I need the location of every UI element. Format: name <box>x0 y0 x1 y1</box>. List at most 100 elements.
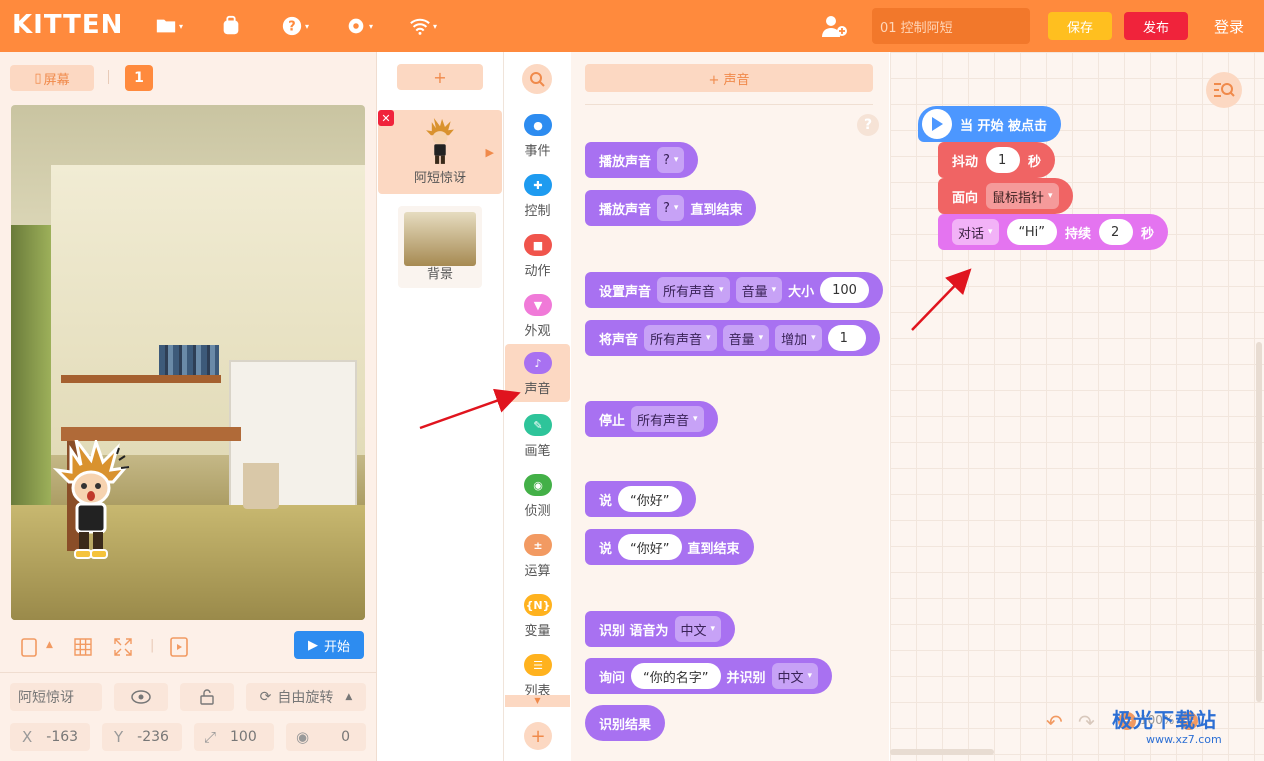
save-button[interactable]: 保存 <box>1048 12 1112 40</box>
redo-icon[interactable]: ↷ <box>1078 710 1095 734</box>
screen-icon: ▯ <box>34 70 42 86</box>
sound-target-dropdown[interactable]: 所有声音 ▾ <box>657 277 730 303</box>
help-icon[interactable]: ? <box>857 114 879 136</box>
backpack-icon[interactable] <box>214 12 248 40</box>
background-thumbnail <box>404 212 476 266</box>
grid-icon[interactable] <box>72 636 94 658</box>
category-variables[interactable]: {N} 变量 <box>505 586 570 644</box>
sound-property-dropdown[interactable]: 音量 ▾ <box>735 277 783 303</box>
sprite-card[interactable]: ✕ ▶ 阿短惊讶 <box>378 110 502 194</box>
language-dropdown[interactable]: 中文 ▾ <box>674 616 722 642</box>
category-looks[interactable]: ▼ 外观 <box>505 286 570 344</box>
search-icon[interactable] <box>522 64 552 94</box>
stage-desk <box>61 427 241 441</box>
face-target-dropdown[interactable]: 鼠标指针 ▾ <box>986 183 1059 209</box>
face-toward-block[interactable]: 面向 鼠标指针 ▾ <box>938 178 1073 214</box>
chevron-right-icon[interactable]: ▶ <box>486 146 494 159</box>
publish-button[interactable]: 发布 <box>1124 12 1188 40</box>
control-icon: ✚ <box>524 174 552 196</box>
category-pen[interactable]: ✎ 画笔 <box>505 406 570 464</box>
vertical-scrollbar[interactable] <box>1256 342 1262 702</box>
size-field[interactable]: ⤢ 100 <box>194 723 274 751</box>
help-icon[interactable]: ? ▾ <box>278 12 312 40</box>
add-collaborator-icon[interactable] <box>820 13 848 39</box>
block-categories: ● 事件 ✚ 控制 ■ 动作 ▼ 外观 ♪ 声音 ✎ 画笔 ◉ 侦测 ± 运算 {N} 变量 ☰ 列… <box>505 52 570 761</box>
y-position-field[interactable]: Y -236 <box>102 723 182 751</box>
block-say-until-done[interactable]: 说 “你好” 直到结束 <box>585 529 754 565</box>
block-set-sound[interactable]: 设置声音 所有声音 ▾ 音量 ▾ 大小 100 <box>585 272 883 308</box>
block-stop-sound[interactable]: 停止 所有声音 ▾ <box>585 401 718 437</box>
category-operators[interactable]: ± 运算 <box>505 526 570 584</box>
folder-icon[interactable]: ▾ <box>152 12 186 40</box>
motion-icon: ■ <box>524 234 552 256</box>
music-note-icon: ♪ <box>524 352 552 374</box>
background-card[interactable]: 背景 <box>398 206 482 288</box>
shake-value-input[interactable]: 1 <box>986 147 1021 173</box>
watermark: 极光下载站 www.xz7.com <box>1112 708 1222 746</box>
dialog-block[interactable]: 对话 ▾ “Hi” 持续 2 秒 <box>938 214 1169 250</box>
undo-icon[interactable]: ↶ <box>1046 710 1063 734</box>
stage-canvas[interactable] <box>11 105 365 620</box>
text-input[interactable]: “你好” <box>618 486 682 512</box>
fullscreen-icon[interactable] <box>112 636 134 658</box>
rotation-mode-select[interactable]: ⟳ 自由旋转 ▲ <box>246 683 366 711</box>
sprite-name-field[interactable]: 阿短惊讶 <box>10 683 102 711</box>
category-events[interactable]: ● 事件 <box>505 106 570 164</box>
block-play-sound[interactable]: 播放声音 ? ▾ <box>585 142 699 178</box>
page-number-button[interactable]: 1 <box>125 65 153 91</box>
project-name-input[interactable] <box>872 8 1030 44</box>
block-recognize-speech[interactable]: 识别 语音为 中文 ▾ <box>585 611 736 647</box>
value-input[interactable]: 1 <box>827 325 866 351</box>
block-recognition-result[interactable]: 识别结果 <box>585 705 666 741</box>
duration-input[interactable]: 2 <box>1099 219 1134 245</box>
settings-icon[interactable]: ▾ <box>342 12 376 40</box>
player-icon[interactable] <box>168 636 190 658</box>
sound-dropdown[interactable]: ? ▾ <box>657 195 685 221</box>
script-workspace[interactable]: 当 开始 被点击 抖动 1 秒 面向 鼠标指针 ▾ 对话 ▾ “Hi” 持续 2 秒… <box>890 52 1264 761</box>
caret-up-icon[interactable]: ▲ <box>46 640 53 650</box>
start-button[interactable]: ▶ 开始 <box>294 631 364 659</box>
search-blocks-icon[interactable] <box>1206 72 1242 108</box>
login-link[interactable]: 登录 <box>1214 16 1244 37</box>
direction-field[interactable]: ◉ 0 <box>286 723 366 751</box>
block-change-sound[interactable]: 将声音 所有声音 ▾ 音量 ▾ 增加 ▾ 1 <box>585 320 880 356</box>
sound-property-dropdown[interactable]: 音量 ▾ <box>722 325 770 351</box>
pen-icon: ✎ <box>524 414 552 436</box>
value-input[interactable]: 100 <box>820 277 869 303</box>
screen-button[interactable]: ▯ 屏幕 <box>10 65 94 91</box>
dialog-type-dropdown[interactable]: 对话 ▾ <box>952 219 999 245</box>
text-input[interactable]: “你好” <box>618 534 682 560</box>
category-sensing[interactable]: ◉ 侦测 <box>505 466 570 524</box>
chevron-down-icon[interactable]: ▼ <box>505 695 570 707</box>
text-input[interactable]: “你的名字” <box>631 663 721 689</box>
sound-dropdown[interactable]: ? ▾ <box>657 147 685 173</box>
category-motion[interactable]: ■ 动作 <box>505 226 570 284</box>
add-sound-button[interactable]: + 声音 <box>585 64 873 92</box>
block-palette: + 声音 ? 播放声音 ? ▾ 播放声音 ? ▾ 直到结束 设置声音 所有声音 ▾ 音… <box>571 52 889 761</box>
sound-target-dropdown[interactable]: 所有声音 ▾ <box>644 325 717 351</box>
lock-icon[interactable] <box>180 683 234 711</box>
category-control[interactable]: ✚ 控制 <box>505 166 570 224</box>
sound-target-dropdown[interactable]: 所有声音 ▾ <box>631 406 704 432</box>
tablet-icon[interactable] <box>18 636 40 658</box>
block-ask-and-recognize[interactable]: 询问 “你的名字” 并识别 中文 ▾ <box>585 658 833 694</box>
shake-block[interactable]: 抖动 1 秒 <box>938 142 1056 178</box>
rotate-icon: ⟳ <box>259 689 272 705</box>
top-bar: KITTEN ▾ ?▾ ▾ ▾ 保存 发布 登录 <box>0 0 1264 52</box>
category-sound[interactable]: ♪ 声音 <box>505 344 570 402</box>
x-position-field[interactable]: X -163 <box>10 723 90 751</box>
add-sprite-button[interactable]: + <box>397 64 483 90</box>
add-extension-button[interactable]: + <box>524 722 552 750</box>
horizontal-scrollbar[interactable] <box>890 749 994 755</box>
visibility-eye-icon[interactable] <box>114 683 168 711</box>
block-play-sound-until-done[interactable]: 播放声音 ? ▾ 直到结束 <box>585 190 757 226</box>
change-mode-dropdown[interactable]: 增加 ▾ <box>775 325 822 351</box>
wifi-icon[interactable]: ▾ <box>406 12 440 40</box>
sprite-character[interactable] <box>51 440 131 562</box>
when-start-clicked-block[interactable]: 当 开始 被点击 <box>918 106 1062 142</box>
language-dropdown[interactable]: 中文 ▾ <box>771 663 819 689</box>
shirt-icon: ▼ <box>524 294 552 316</box>
block-say[interactable]: 说 “你好” <box>585 481 696 517</box>
dialog-text-input[interactable]: “Hi” <box>1006 219 1058 245</box>
close-icon[interactable]: ✕ <box>378 110 394 126</box>
